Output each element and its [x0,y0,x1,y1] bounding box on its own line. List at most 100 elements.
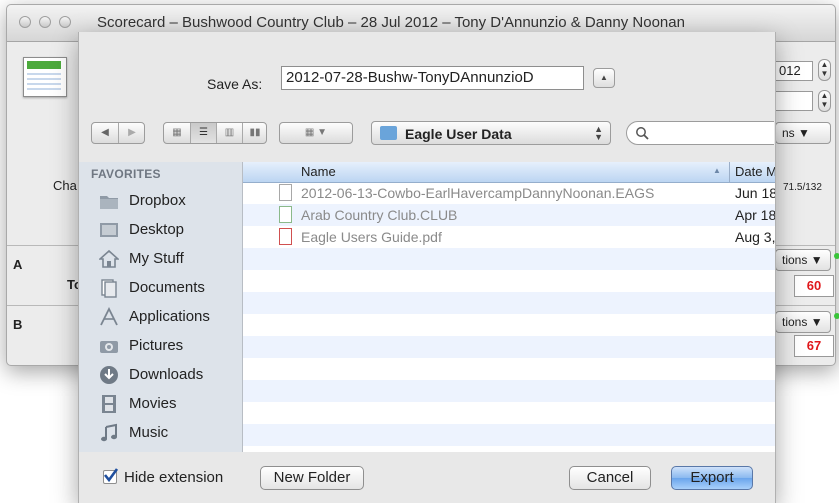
chevron-down-icon: ▼ [798,126,810,140]
list-view-icon: ☰ [199,127,208,138]
documents-icon [101,279,117,298]
file-name: Arab Country Club.CLUB [301,207,458,223]
location-label: Eagle User Data [405,126,512,142]
save-as-label: Save As: [207,76,263,92]
coverflow-view-button[interactable]: ▮▮ [243,123,267,143]
sidebar-item-label: Applications [129,308,210,325]
year-stepper[interactable]: ▲ ▼ [818,59,831,81]
hide-extension-checkbox[interactable] [103,468,119,484]
empty-row [243,292,775,314]
desktop-icon [100,223,118,237]
dropbox-folder-icon [100,196,118,209]
row-b-options-popup[interactable]: tions ▼ [775,311,831,333]
sidebar-item-my-stuff[interactable]: My Stuff [99,246,239,272]
collapse-dialog-button[interactable]: ▲ [593,68,615,88]
back-forward-control: ◀ ▶ [91,122,145,144]
sidebar-item-label: Documents [129,279,205,296]
file-date: Jun 18, [735,185,775,201]
home-icon [99,249,119,268]
hide-extension-label[interactable]: Hide extension [124,469,223,486]
sidebar-item-documents[interactable]: Documents [99,275,239,301]
chevron-up-icon: ▲ [600,73,608,82]
file-row[interactable]: Arab Country Club.CLUB Apr 18 [243,204,775,226]
filename-input[interactable]: 2012-07-28-Bushw-TonyDAnnunzioD [281,66,584,90]
file-name: Eagle Users Guide.pdf [301,229,442,245]
empty-row [243,380,775,402]
options-popup-label: ns [782,126,795,140]
sort-ascending-icon: ▲ [713,166,721,175]
sidebar-item-desktop[interactable]: Desktop [99,217,239,243]
updown-arrows-icon: ▲ ▼ [594,124,603,142]
minimize-window-button[interactable] [39,16,51,28]
back-button[interactable]: ◀ [92,123,118,143]
file-row[interactable]: Eagle Users Guide.pdf Aug 3, [243,226,775,248]
downloads-icon [100,366,118,384]
row-b-label: B [13,317,23,332]
sidebar-item-dropbox[interactable]: Dropbox [99,188,239,214]
name-column-header[interactable]: Name [301,164,336,179]
row-b-options-label: tions [782,315,808,329]
coverflow-icon: ▮▮ [249,127,261,138]
save-dialog-sheet: Save As: 2012-07-28-Bushw-TonyDAnnunzioD… [78,32,776,503]
cancel-button[interactable]: Cancel [569,466,651,490]
row-b-score: 67 [794,335,834,357]
file-date: Apr 18 [735,207,775,223]
checkmark-icon [103,468,119,483]
cha-label: Cha [53,178,77,193]
club-file-icon [279,206,292,223]
sidebar-item-applications[interactable]: Applications [99,304,239,330]
status-dot [834,313,839,319]
secondary-field[interactable] [775,91,813,111]
column-divider[interactable] [729,162,730,182]
search-input[interactable] [626,121,774,145]
music-icon [101,423,117,442]
row-a-score: 60 [794,275,834,297]
file-row[interactable]: 2012-06-13-Cowbo-EarlHavercampDannyNoona… [243,182,775,204]
date-column-header[interactable]: Date M [735,164,775,179]
close-window-button[interactable] [19,16,31,28]
sidebar-item-label: Dropbox [129,192,186,209]
row-a-label: A [13,257,23,272]
sidebar-item-label: Movies [129,395,177,412]
chevron-down-icon: ▼ [810,315,823,329]
window-title: Scorecard – Bushwood Country Club – 28 J… [97,14,685,31]
sidebar-item-label: My Stuff [129,250,184,267]
list-view-button[interactable]: ☰ [191,123,216,143]
new-folder-button[interactable]: New Folder [260,466,364,490]
options-popup[interactable]: ns ▼ [775,122,831,144]
sidebar-item-movies[interactable]: Movies [99,391,239,417]
sidebar-item-pictures[interactable]: Pictures [99,333,239,359]
forward-button[interactable]: ▶ [119,123,145,143]
empty-row [243,402,775,424]
export-button[interactable]: Export [671,466,753,490]
arrange-popup[interactable]: ▦ ▼ [279,122,353,144]
sidebar-item-label: Music [129,424,169,441]
view-mode-control: ▦ ☰ ▥ ▮▮ [163,122,267,144]
pictures-icon [100,341,118,353]
status-dot [834,253,839,259]
empty-row [243,270,775,292]
empty-row [243,248,775,270]
secondary-stepper[interactable]: ▲ ▼ [818,90,831,112]
row-a-options-popup[interactable]: tions ▼ [775,249,831,271]
sidebar-item-label: Downloads [129,366,204,383]
file-browser[interactable]: Name ▲ Date M 2012-06-13-Cowbo-EarlHaver… [243,162,775,452]
folder-icon [380,126,397,140]
sidebar-item-downloads[interactable]: Downloads [99,362,239,388]
movies-icon [102,395,116,413]
year-field[interactable]: 012 [775,61,813,81]
location-popup[interactable]: Eagle User Data ▲ ▼ [371,121,611,145]
chevron-down-icon: ▼ [810,253,823,267]
icon-view-icon: ▦ [172,127,182,138]
zoom-window-button[interactable] [59,16,71,28]
pdf-file-icon [279,228,292,245]
sidebar-item-music[interactable]: Music [99,420,239,446]
column-view-button[interactable]: ▥ [217,123,242,143]
empty-row [243,358,775,380]
icon-view-button[interactable]: ▦ [164,123,190,143]
favorites-header: FAVORITES [91,167,161,181]
row-a-options-label: tions [782,253,808,267]
scorecard-app-icon [23,57,67,97]
chevron-down-icon: ▼ [317,127,328,138]
empty-row [243,336,775,358]
